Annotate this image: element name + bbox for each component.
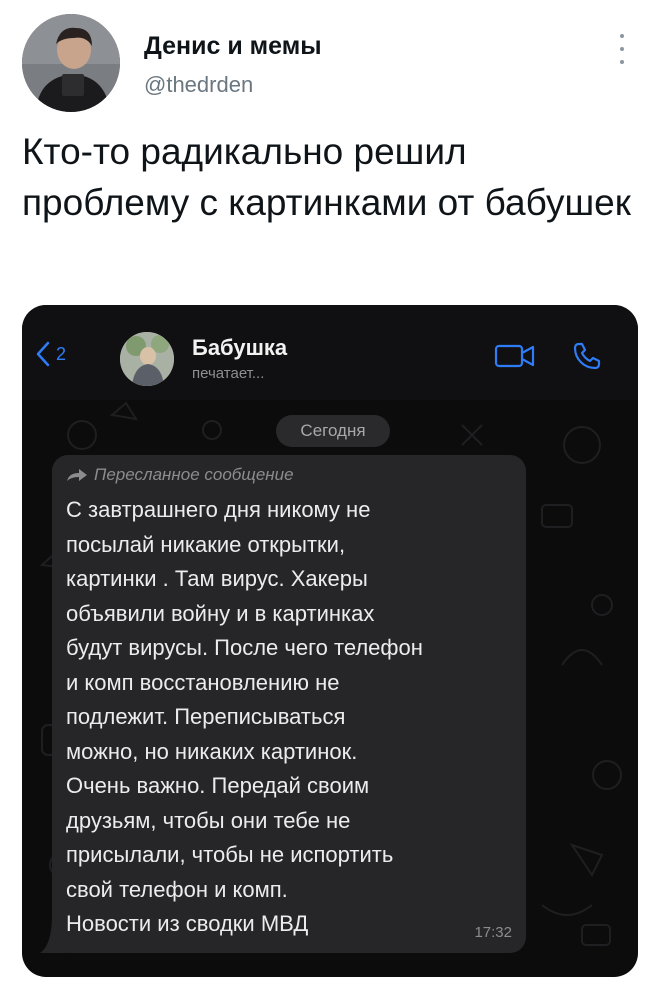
author-avatar[interactable] [22, 14, 120, 112]
chat-screenshot: 2 Бабушка печатает... Сегодня Пересланно… [22, 305, 638, 977]
author-handle[interactable]: @thedrden [144, 72, 253, 98]
video-call-button[interactable] [494, 343, 536, 374]
more-options-icon[interactable] [616, 34, 628, 64]
unread-count: 2 [56, 343, 67, 364]
forwarded-label: Пересланное сообщение [94, 465, 294, 484]
message-text: С завтрашнего дня никому не посылай ника… [66, 497, 423, 936]
contact-avatar[interactable] [120, 332, 174, 386]
chat-header: 2 Бабушка печатает... [22, 305, 638, 400]
author-name[interactable]: Денис и мемы [144, 32, 322, 61]
date-separator: Сегодня [276, 415, 390, 447]
video-camera-icon [494, 344, 535, 368]
back-button[interactable]: 2 [36, 341, 66, 367]
contact-name[interactable]: Бабушка [192, 335, 287, 361]
tweet-text: Кто-то радикально решил проблему с карти… [22, 131, 631, 223]
forward-arrow-icon [67, 469, 87, 481]
message-bubble[interactable]: Пересланное сообщение С завтрашнего дня … [52, 455, 526, 953]
phone-icon [573, 342, 601, 370]
chevron-left-icon [36, 341, 50, 367]
message-time: 17:32 [474, 924, 512, 941]
voice-call-button[interactable] [572, 341, 602, 376]
tweet-header: Денис и мемы @thedrden [0, 0, 660, 120]
forwarded-indicator: Пересланное сообщение [66, 465, 294, 485]
contact-status: печатает... [192, 365, 265, 382]
